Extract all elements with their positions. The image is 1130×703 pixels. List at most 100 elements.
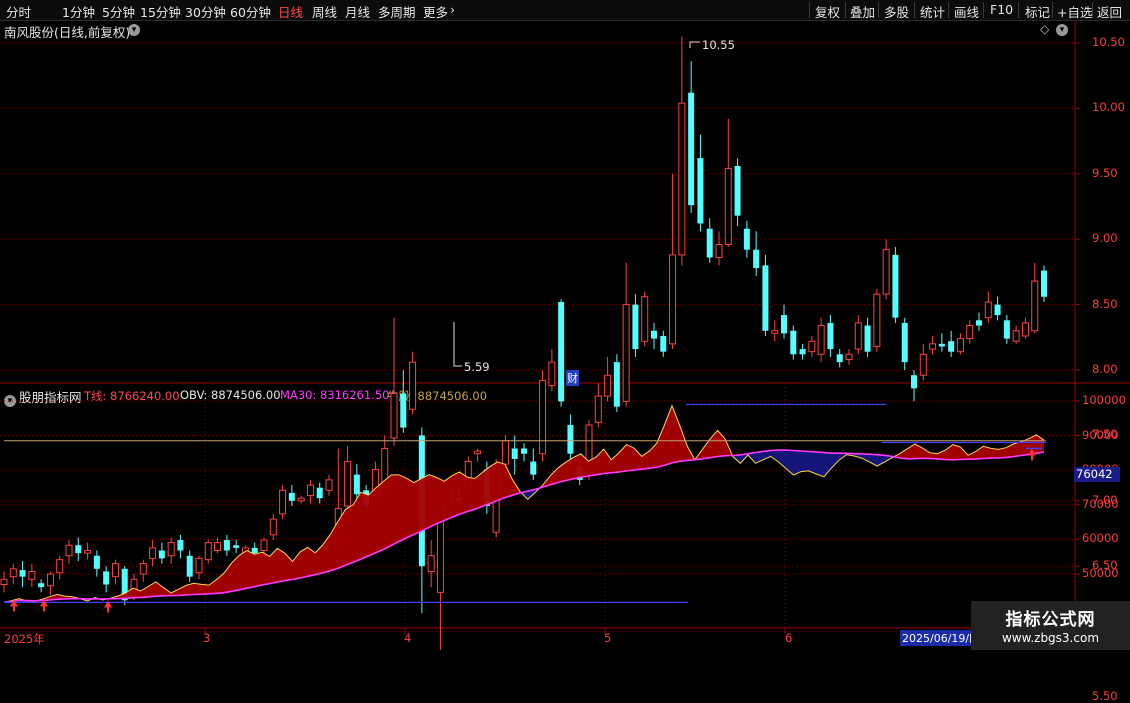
cursor-date-tag: 2025/06/19/四 bbox=[900, 630, 983, 646]
chart-canvas[interactable] bbox=[0, 0, 1130, 650]
candle-body-up bbox=[269, 518, 277, 536]
indicator-tick-label: 60000 bbox=[1082, 531, 1119, 546]
indicator-tick-label: 90000 bbox=[1082, 427, 1119, 442]
candle-body-down bbox=[288, 492, 295, 501]
obv-below-ma-fill bbox=[4, 450, 1044, 603]
candle-body-up bbox=[501, 440, 509, 465]
candle-body-up bbox=[641, 296, 649, 342]
candle-body-down bbox=[948, 341, 955, 352]
candle-body-down bbox=[938, 343, 945, 347]
candle-body-down bbox=[790, 330, 797, 355]
current-value-tag: 76042 bbox=[1074, 467, 1120, 482]
high-price-label: 10.55 bbox=[702, 38, 735, 52]
watermark-url: www.zbgs3.com bbox=[1001, 631, 1100, 645]
candle-body-down bbox=[567, 424, 574, 454]
candle-body-down bbox=[911, 375, 917, 389]
candle-body-up bbox=[539, 379, 547, 455]
candle-body-down bbox=[186, 555, 193, 577]
time-label-jun: 6 bbox=[785, 631, 793, 645]
candle-body-down bbox=[892, 254, 899, 318]
candle-body-down bbox=[1003, 320, 1010, 339]
candle-body-down bbox=[781, 315, 787, 334]
candle-body-down bbox=[75, 545, 82, 554]
candle-body-up bbox=[46, 573, 54, 587]
candle-body-down bbox=[976, 320, 982, 326]
candle-body-up bbox=[111, 563, 119, 578]
candle-body-down bbox=[743, 228, 750, 250]
candle-body-up bbox=[984, 301, 992, 319]
candle-body-down bbox=[233, 545, 240, 548]
candle-body-up bbox=[956, 338, 964, 353]
candle-body-up bbox=[167, 542, 175, 557]
candle-body-up bbox=[622, 304, 630, 402]
candle-body-up bbox=[604, 374, 612, 397]
candle-body-up bbox=[873, 293, 881, 347]
candle-body-down bbox=[530, 461, 537, 475]
candle-body-down bbox=[93, 555, 100, 569]
candle-body-up bbox=[325, 479, 333, 491]
candle-body-up bbox=[594, 395, 602, 423]
candle-body-up bbox=[204, 542, 212, 561]
candle-body-up bbox=[279, 489, 287, 515]
candle-body-down bbox=[103, 571, 110, 585]
candle-body-down bbox=[706, 228, 713, 258]
candle-body-down bbox=[660, 335, 667, 352]
low-marker bbox=[453, 322, 462, 367]
candle-body-up bbox=[771, 330, 779, 334]
candle-body-down bbox=[799, 349, 806, 355]
candle-body-up bbox=[344, 461, 352, 507]
time-label-mar: 3 bbox=[203, 631, 211, 645]
candle-body-down bbox=[827, 322, 834, 350]
candle-body-up bbox=[260, 539, 268, 552]
candle-body-up bbox=[390, 393, 398, 439]
candle-body-down bbox=[651, 330, 657, 339]
candle-body-up bbox=[724, 168, 732, 245]
price-tick-label: 9.00 bbox=[1092, 231, 1118, 246]
candle-body-up bbox=[669, 254, 677, 345]
price-tick-label: 10.00 bbox=[1092, 100, 1125, 115]
candle-body-down bbox=[901, 322, 908, 363]
indicator-tick-label: 100000 bbox=[1082, 393, 1126, 407]
candle-body-down bbox=[316, 487, 323, 499]
candle-body-up bbox=[882, 249, 890, 295]
candle-body-up bbox=[139, 563, 147, 575]
candle-body-down bbox=[223, 540, 230, 551]
candle-body-up bbox=[409, 361, 417, 410]
watermark: 指标公式网 www.zbgs3.com bbox=[971, 601, 1130, 650]
price-tick-label: 10.50 bbox=[1092, 35, 1125, 49]
candle-body-down bbox=[734, 165, 741, 216]
watermark-title: 指标公式网 bbox=[1005, 610, 1096, 630]
candle-body-down bbox=[613, 362, 620, 407]
candle-body-up bbox=[1021, 322, 1029, 337]
candle-body-down bbox=[994, 304, 1001, 316]
candle-body-down bbox=[251, 547, 258, 554]
time-label-2025: 2025年 bbox=[4, 632, 45, 646]
candle-body-down bbox=[19, 570, 26, 577]
candle-body-down bbox=[762, 265, 769, 331]
buy-signal-arrow bbox=[104, 600, 112, 608]
candle-body-up bbox=[1012, 330, 1020, 342]
candle-body-up bbox=[678, 102, 686, 256]
price-tick-label: 8.50 bbox=[1092, 296, 1118, 311]
indicator-tick-label: 50000 bbox=[1082, 566, 1119, 580]
candle-body-down bbox=[753, 249, 760, 268]
time-label-may: 5 bbox=[604, 631, 612, 645]
candle-body-up bbox=[929, 343, 937, 350]
finance-badge[interactable]: 财 bbox=[566, 370, 579, 386]
candle-body-down bbox=[353, 474, 360, 495]
ma30-line bbox=[3, 449, 1045, 604]
indicator-tick-label: 70000 bbox=[1082, 496, 1119, 511]
price-tick-label: 9.50 bbox=[1092, 165, 1118, 180]
candle-body-up bbox=[808, 340, 816, 353]
candle-body-up bbox=[1031, 280, 1039, 332]
candle-body-down bbox=[688, 92, 695, 206]
candle-body-up bbox=[149, 547, 157, 559]
price-tick-label: 5.50 bbox=[1092, 689, 1118, 703]
candle-body-up bbox=[9, 568, 17, 578]
candle-body-down bbox=[632, 304, 639, 350]
candle-body-up bbox=[919, 353, 927, 376]
candle-body-up bbox=[65, 544, 73, 557]
candle-body-up bbox=[854, 322, 862, 350]
candle-body-down bbox=[511, 448, 518, 459]
candle-body-up bbox=[0, 578, 8, 586]
